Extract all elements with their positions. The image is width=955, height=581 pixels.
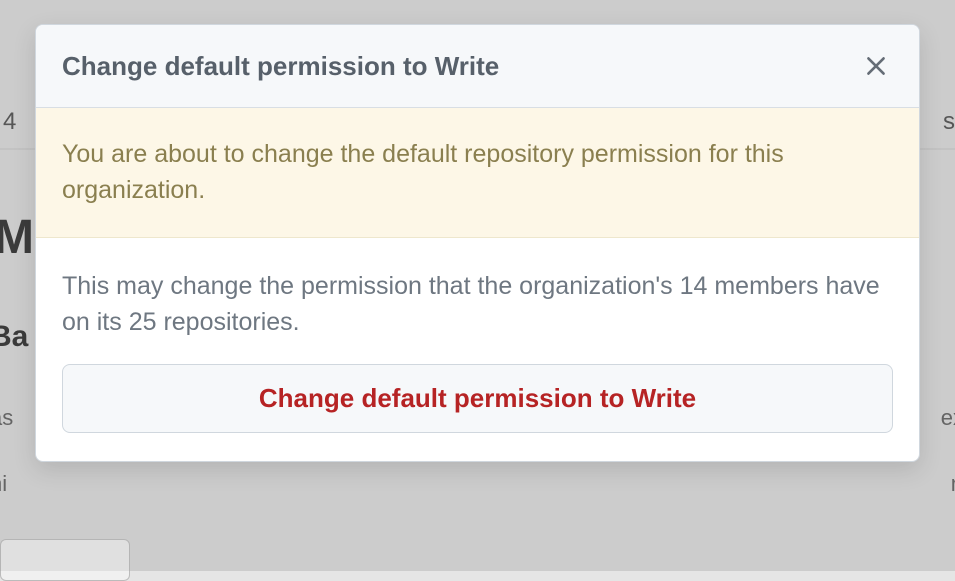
modal-warning-banner: You are about to change the default repo… xyxy=(36,108,919,238)
confirm-change-permission-button[interactable]: Change default permission to Write xyxy=(62,364,893,433)
modal-title: Change default permission to Write xyxy=(62,51,499,82)
change-permission-modal: Change default permission to Write You a… xyxy=(35,24,920,462)
modal-header: Change default permission to Write xyxy=(36,25,919,108)
close-icon xyxy=(863,53,889,79)
close-button[interactable] xyxy=(859,49,893,83)
modal-body: This may change the permission that the … xyxy=(36,238,919,365)
body-text: This may change the permission that the … xyxy=(62,268,893,341)
modal-footer: Change default permission to Write xyxy=(36,364,919,461)
warning-text: You are about to change the default repo… xyxy=(62,136,893,209)
